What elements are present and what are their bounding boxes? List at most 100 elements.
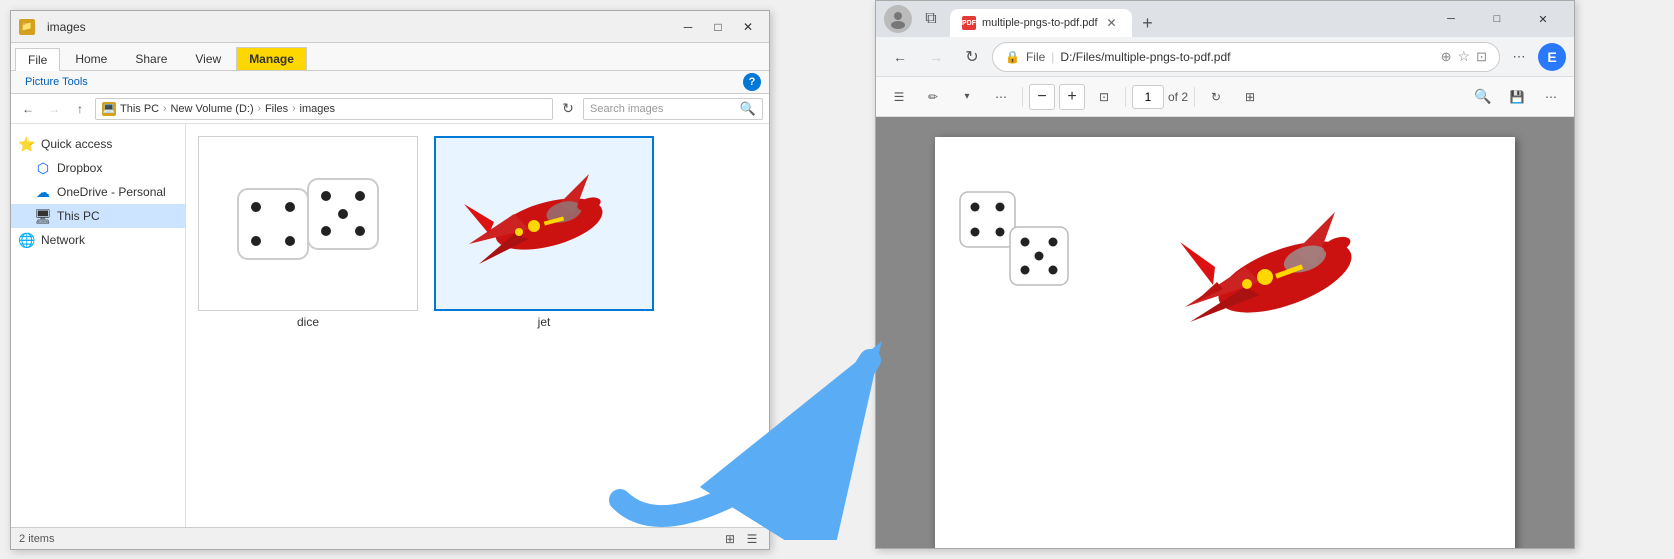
file-name-jet: jet xyxy=(538,315,551,329)
sidebar-item-this-pc[interactable]: 🖥 This PC xyxy=(11,204,185,228)
search-placeholder: Search images xyxy=(590,103,663,115)
search-box[interactable]: Search images 🔍 xyxy=(583,98,763,120)
explorer-body: ⭐ Quick access ⬡ Dropbox ☁ OneDrive - Pe… xyxy=(11,124,769,527)
ribbon: File Home Share View Manage Picture Tool… xyxy=(11,43,769,94)
zoom-icon: ⊕ xyxy=(1441,49,1452,65)
browser-maximize-button[interactable]: □ xyxy=(1474,4,1520,34)
sidebar-item-onedrive[interactable]: ☁ OneDrive - Personal xyxy=(11,180,185,204)
browser-account-icon[interactable]: E xyxy=(1538,43,1566,71)
tab-strip: PDF multiple-pngs-to-pdf.pdf ✕ + xyxy=(950,1,1416,37)
browser-action-buttons: ⋯ xyxy=(1504,42,1534,72)
browser-address-bar[interactable]: 🔒 File | D:/Files/multiple-pngs-to-pdf.p… xyxy=(992,42,1500,72)
pdf-more2-button[interactable]: ⋯ xyxy=(1536,82,1566,112)
split-view-icon: ⊡ xyxy=(1476,49,1487,65)
address-bar: ← → ↑ 💻 This PC › New Volume (D:) › File… xyxy=(11,94,769,124)
sidebar-item-quick-access[interactable]: ⭐ Quick access xyxy=(11,132,185,156)
path-segment-2: New Volume (D:) xyxy=(170,103,253,115)
browser-toolbar: ← → ↻ 🔒 File | D:/Files/multiple-pngs-to… xyxy=(876,37,1574,77)
pdf-page xyxy=(935,137,1515,548)
bookmark-icon: ☆ xyxy=(1458,48,1471,65)
path-segment-active: images xyxy=(300,103,335,115)
browser-back-button[interactable]: ← xyxy=(884,41,916,73)
browser-close-button[interactable]: ✕ xyxy=(1520,4,1566,34)
separator-1 xyxy=(1022,87,1023,107)
fit-page-button[interactable]: ⊡ xyxy=(1089,82,1119,112)
sidebar-item-network[interactable]: 🌐 Network xyxy=(11,228,185,252)
pdf-search-button[interactable]: 🔍 xyxy=(1468,82,1498,112)
file-area: dice xyxy=(186,124,769,527)
pdf-more-button[interactable]: ⋯ xyxy=(986,82,1016,112)
sidebar-item-label: Network xyxy=(41,233,85,247)
pdf-jet-column xyxy=(1175,157,1375,377)
copy-tab-button[interactable]: ⧉ xyxy=(916,4,946,34)
active-tab[interactable]: PDF multiple-pngs-to-pdf.pdf ✕ xyxy=(950,9,1132,37)
view-icons: ⊞ ☰ xyxy=(721,530,761,548)
pdf-dice-image xyxy=(955,187,1075,297)
browser-refresh-button[interactable]: ↻ xyxy=(956,41,988,73)
zoom-out-button[interactable]: − xyxy=(1029,84,1055,110)
file-thumbnail-dice xyxy=(198,136,418,311)
tab-file[interactable]: File xyxy=(15,48,60,71)
tab-manage[interactable]: Manage xyxy=(236,47,307,70)
back-button[interactable]: ← xyxy=(17,98,39,120)
network-icon: 🌐 xyxy=(19,232,35,248)
pdf-toolbar: ☰ ✏ ▾ ⋯ − + ⊡ of 2 ↻ ⊞ 🔍 💾 ⋯ xyxy=(876,77,1574,117)
onedrive-icon: ☁ xyxy=(35,184,51,200)
up-button[interactable]: ↑ xyxy=(69,98,91,120)
folder-icon: 📁 xyxy=(19,19,35,35)
rotate-button[interactable]: ↻ xyxy=(1201,82,1231,112)
quick-access-icon: ⭐ xyxy=(19,136,35,152)
help-button[interactable]: ? xyxy=(743,73,761,91)
tab-close-button[interactable]: ✕ xyxy=(1104,15,1120,31)
draw-arrow-button[interactable]: ▾ xyxy=(952,82,982,112)
sidebar-item-label: Dropbox xyxy=(57,161,102,175)
pdf-content xyxy=(876,117,1574,548)
browser-win-buttons: ─ □ ✕ xyxy=(1428,4,1566,34)
status-bar: 2 items ⊞ ☰ xyxy=(11,527,769,549)
page-number-input[interactable] xyxy=(1132,85,1164,109)
browser-window: ⧉ PDF multiple-pngs-to-pdf.pdf ✕ + ─ □ ✕… xyxy=(875,0,1575,549)
new-tab-button[interactable]: + xyxy=(1134,9,1162,37)
details-view-button[interactable]: ☰ xyxy=(743,530,761,548)
address-protocol: File xyxy=(1026,50,1045,64)
sidebar: ⭐ Quick access ⬡ Dropbox ☁ OneDrive - Pe… xyxy=(11,124,186,527)
tab-home[interactable]: Home xyxy=(62,47,120,70)
file-explorer: 📁 images ─ □ ✕ File Home Share View Mana… xyxy=(10,10,770,550)
browser-more-button[interactable]: ⋯ xyxy=(1504,42,1534,72)
sidebar-item-label: Quick access xyxy=(41,137,112,151)
path-segment-1: This PC xyxy=(120,103,159,115)
sidebar-item-label: This PC xyxy=(57,209,100,223)
refresh-button[interactable]: ↻ xyxy=(557,98,579,120)
address-path[interactable]: 💻 This PC › New Volume (D:) › Files › im… xyxy=(95,98,553,120)
browser-forward-button[interactable]: → xyxy=(920,41,952,73)
ribbon-tabs: File Home Share View Manage xyxy=(11,43,769,71)
list-view-button[interactable]: ⊞ xyxy=(721,530,739,548)
layout-button[interactable]: ⊞ xyxy=(1235,82,1265,112)
file-item-dice[interactable]: dice xyxy=(198,136,418,329)
separator-2 xyxy=(1125,87,1126,107)
dice-image xyxy=(228,159,388,289)
zoom-in-button[interactable]: + xyxy=(1059,84,1085,110)
maximize-button[interactable]: □ xyxy=(705,17,731,37)
draw-button[interactable]: ✏ xyxy=(918,82,948,112)
sidebar-item-label: OneDrive - Personal xyxy=(57,185,166,199)
picture-tools-label[interactable]: Picture Tools xyxy=(19,74,94,90)
pdf-jet-image xyxy=(1175,177,1375,377)
tab-favicon: PDF xyxy=(962,16,976,30)
close-button[interactable]: ✕ xyxy=(735,17,761,37)
tab-share[interactable]: Share xyxy=(122,47,180,70)
path-segment-3: Files xyxy=(265,103,288,115)
file-item-jet[interactable]: jet xyxy=(434,136,654,329)
browser-minimize-button[interactable]: ─ xyxy=(1428,4,1474,34)
forward-button[interactable]: → xyxy=(43,98,65,120)
dropbox-icon: ⬡ xyxy=(35,160,51,176)
address-separator: | xyxy=(1051,50,1054,64)
browser-user-icon[interactable] xyxy=(884,5,912,33)
tab-view[interactable]: View xyxy=(182,47,234,70)
toc-button[interactable]: ☰ xyxy=(884,82,914,112)
sidebar-item-dropbox[interactable]: ⬡ Dropbox xyxy=(11,156,185,180)
minimize-button[interactable]: ─ xyxy=(675,17,701,37)
search-icon: 🔍 xyxy=(740,101,756,117)
this-pc-icon: 🖥 xyxy=(35,208,51,224)
pdf-save-button[interactable]: 💾 xyxy=(1502,82,1532,112)
